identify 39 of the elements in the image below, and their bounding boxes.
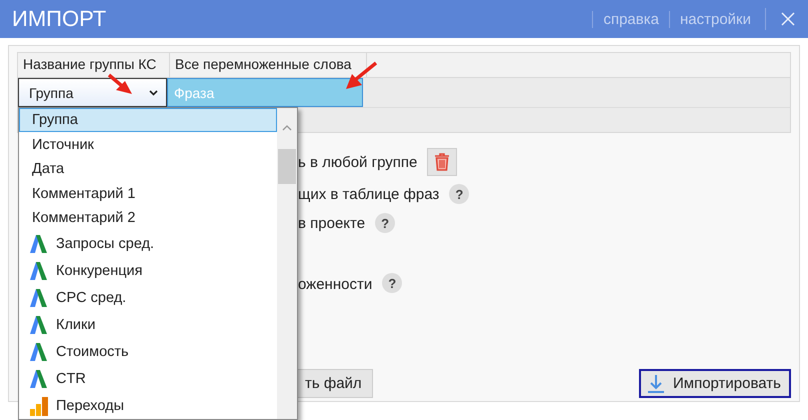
dropdown-item[interactable]: CTR (19, 365, 277, 392)
option-label: оженности (298, 276, 372, 293)
ads-icon (30, 314, 48, 335)
dropdown-item[interactable]: Комментарий 2 (19, 206, 277, 230)
caret-icon (149, 90, 158, 96)
ads-icon (30, 368, 48, 389)
dropdown-item[interactable]: Переходы (19, 392, 277, 419)
dropdown-item[interactable]: Запросы сред. (19, 230, 277, 258)
dropdown-item[interactable]: Комментарий 1 (19, 181, 277, 206)
dropdown-item[interactable]: Источник (19, 132, 277, 157)
option-label: ь в любой группе (298, 154, 418, 170)
dropdown-item[interactable]: Клики (19, 311, 277, 338)
trash-icon (434, 153, 450, 171)
dropdown-item[interactable]: Дата (19, 156, 277, 182)
option-label: в проекте (298, 214, 366, 232)
ads-icon (30, 288, 48, 308)
ads-icon (30, 342, 48, 362)
help-icon[interactable]: ? (449, 184, 470, 204)
column-select[interactable]: Группа (18, 78, 167, 107)
import-button[interactable]: Импортировать (638, 369, 791, 398)
close-icon[interactable] (780, 11, 796, 27)
dropdown-menu[interactable]: Группа Источник Дата Комментарий 1 Комментарий 2 Запросы сред. Конкуренция CPC сред. Клики Стоимость CTR Переходы (18, 107, 298, 420)
option-label: щих в таблице фраз (298, 186, 440, 202)
help-icon[interactable]: ? (375, 213, 396, 233)
delete-button[interactable] (427, 148, 458, 176)
analytics-icon (30, 396, 48, 416)
dropdown-item[interactable]: Конкуренция (19, 257, 277, 284)
annotation-arrow (107, 73, 133, 95)
scrollbar[interactable] (277, 108, 297, 419)
ads-icon (30, 260, 48, 281)
help-icon[interactable]: ? (382, 273, 402, 293)
ads-icon (30, 234, 48, 254)
column-header: Название группы КС (18, 53, 170, 77)
window-title: ИМПОРТ (12, 6, 108, 32)
dropdown-item[interactable]: CPC сред. (19, 284, 277, 312)
download-icon (646, 374, 665, 394)
dropdown-item[interactable]: Стоимость (19, 338, 277, 366)
scroll-thumb[interactable] (278, 149, 296, 184)
dropdown-item[interactable]: Группа (19, 108, 277, 132)
